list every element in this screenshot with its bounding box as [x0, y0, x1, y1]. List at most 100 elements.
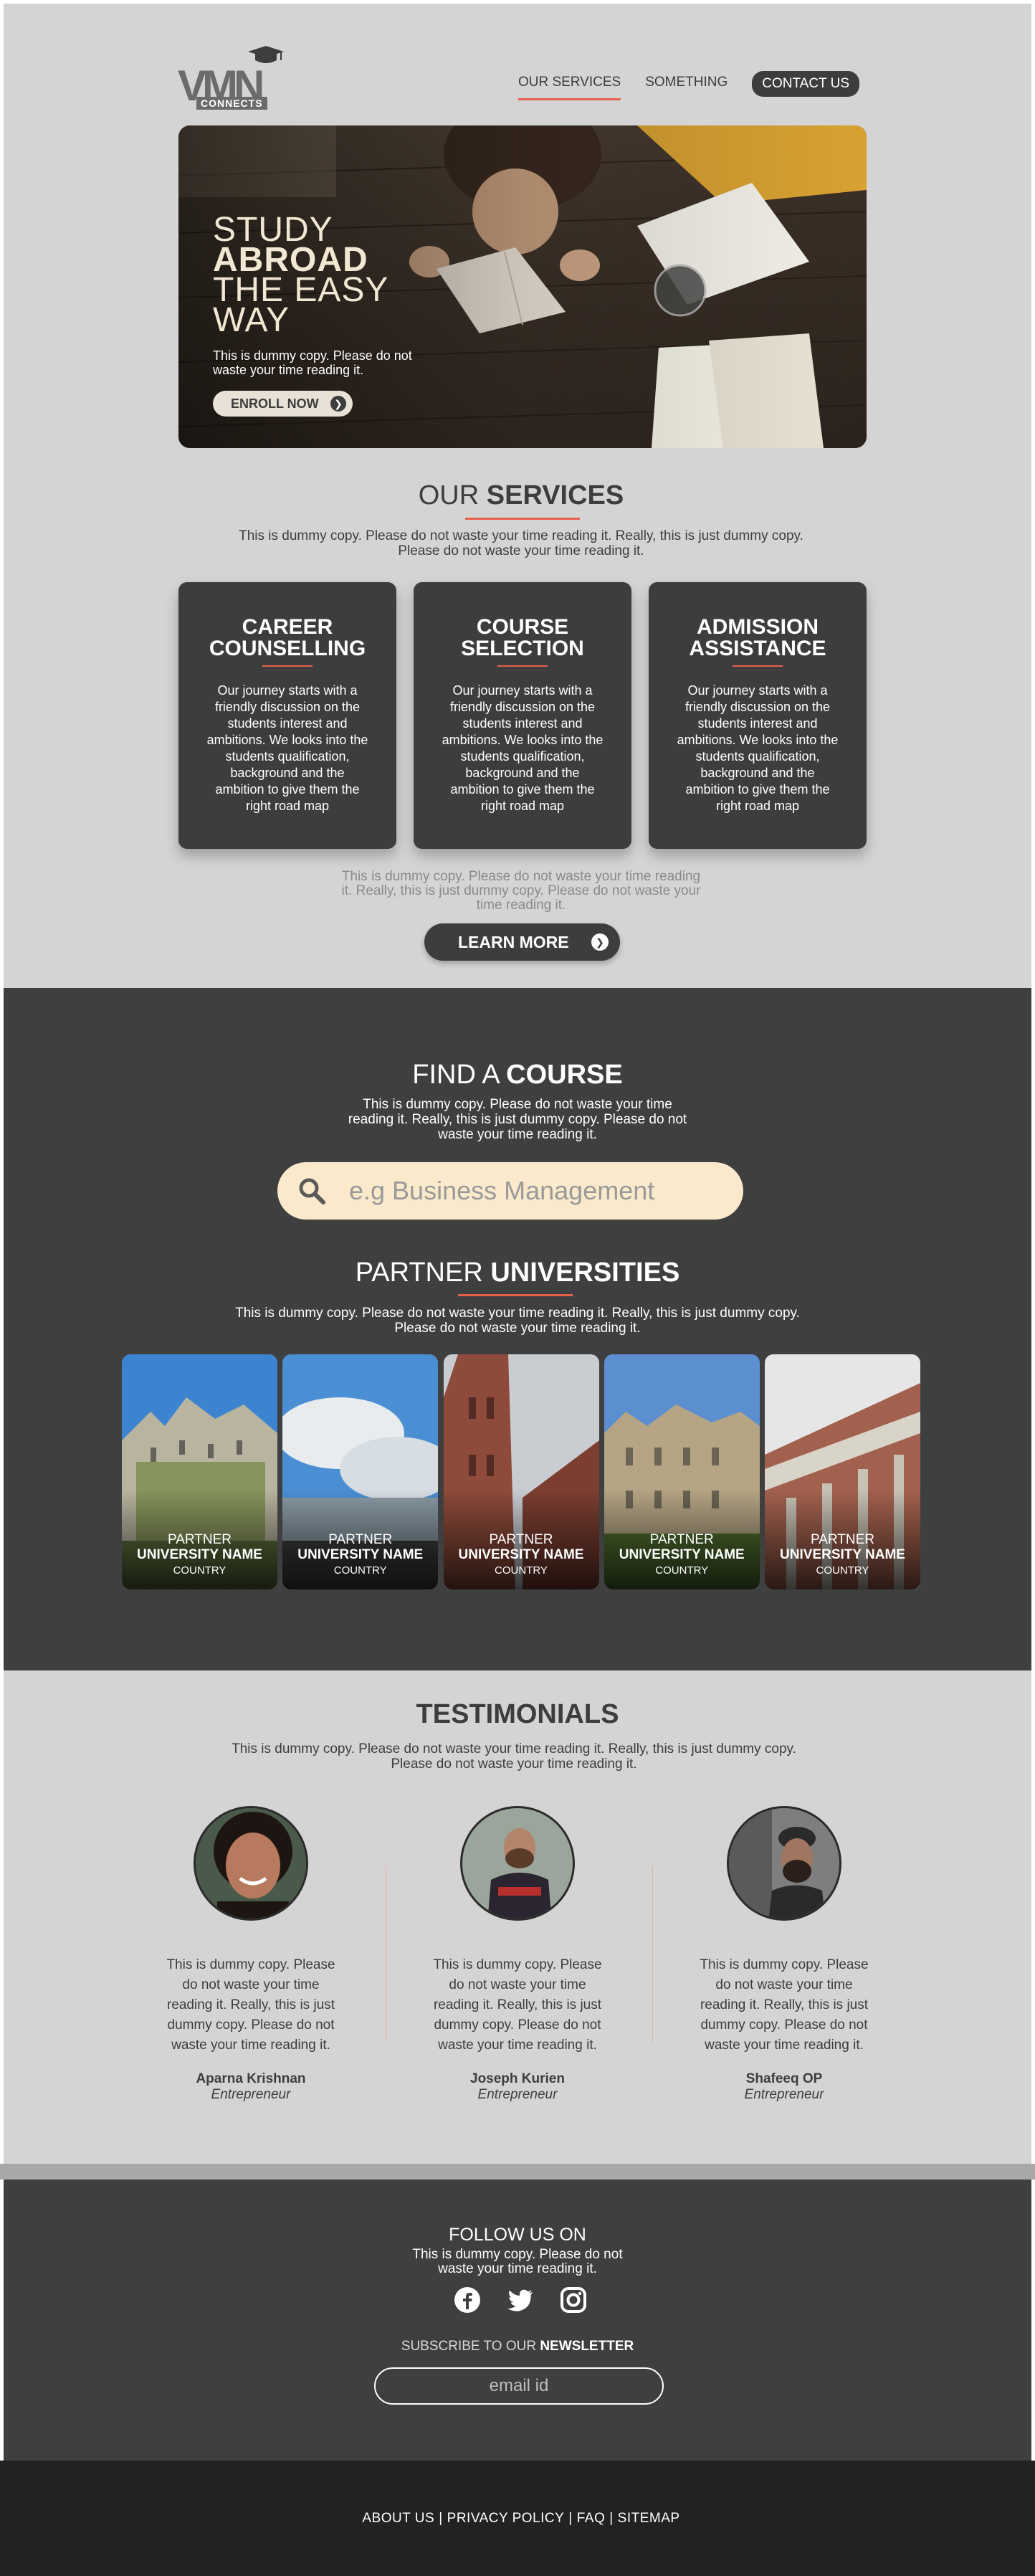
find-course-description: This is dummy copy. Please do not waste … — [348, 1097, 687, 1142]
card-title: ADMISSION ASSISTANCE — [649, 617, 867, 660]
avatar — [727, 1806, 841, 1921]
card-title-line-1: CAREER — [242, 615, 333, 639]
footer-links: ABOUT US | PRIVACY POLICY | FAQ | SITEMAP — [4, 2511, 1035, 2527]
university-card[interactable]: PARTNER UNIVERSITY NAME COUNTRY — [443, 1354, 599, 1589]
testimonial-role: Entrepreneur — [211, 2087, 291, 2102]
footer-link-privacy-policy[interactable]: PRIVACY POLICY — [447, 2511, 565, 2526]
avatar-image — [196, 1808, 306, 1919]
footer-link-faq[interactable]: FAQ — [577, 2511, 606, 2526]
testimonials-description: This is dummy copy. Please do not waste … — [232, 1741, 796, 1772]
testimonial-role: Entrepreneur — [477, 2087, 558, 2102]
card-text: Our journey starts with a friendly discu… — [442, 683, 604, 813]
university-card-text: PARTNER UNIVERSITY NAME COUNTRY — [765, 1532, 920, 1579]
chevron-right-icon: ❯ — [330, 396, 346, 412]
twitter-icon[interactable] — [507, 2286, 534, 2314]
service-card-admission-assistance[interactable]: ADMISSION ASSISTANCE Our journey starts w… — [649, 582, 867, 849]
card-title-line-2: COUNSELLING — [209, 637, 366, 660]
testimonial-card: This is dummy copy. Please do not waste … — [698, 1806, 870, 2103]
testimonial-divider — [652, 1866, 653, 2042]
partners-title-light: PARTNER — [355, 1258, 491, 1288]
footer-link-separator: | — [439, 2511, 443, 2526]
hero-title-line-4: WAY — [213, 301, 290, 339]
nav-something[interactable]: SOMETHING — [645, 75, 728, 93]
newsletter-label-light: SUBSCRIBE TO OUR — [401, 2339, 540, 2354]
university-country: COUNTRY — [173, 1564, 226, 1577]
header-section: VMN CONNECTS OUR SERVICES SOMETHING CONT… — [0, 0, 1035, 988]
testimonial-text: This is dummy copy. Please do not waste … — [166, 1957, 335, 2053]
testimonials-section: TESTIMONIALS This is dummy copy. Please … — [0, 1670, 1035, 2164]
testimonial-card: This is dummy copy. Please do not waste … — [165, 1806, 337, 2103]
university-label: PARTNER — [167, 1532, 232, 1547]
card-title-line-1: ADMISSION — [696, 615, 819, 639]
facebook-icon[interactable] — [454, 2286, 481, 2314]
vmn-logo[interactable]: VMN CONNECTS — [178, 43, 292, 115]
card-divider — [497, 665, 548, 667]
services-description: This is dummy copy. Please do not waste … — [239, 528, 803, 559]
card-title-line-1: COURSE — [476, 615, 569, 639]
hero-text: STUDY ABROAD THE EASY WAY This is dummy … — [213, 213, 421, 378]
testimonial-name: Shafeeq OP — [745, 2071, 823, 2086]
services-title: OUR SERVICES — [4, 480, 1035, 511]
follow-section: FOLLOW US ON This is dummy copy. Please … — [0, 2180, 1035, 2461]
card-text: Our journey starts with a friendly discu… — [677, 683, 839, 813]
footer-link-separator: | — [609, 2511, 614, 2526]
learn-more-button[interactable]: LEARN MORE ❯ — [424, 923, 620, 961]
nav-our-services[interactable]: OUR SERVICES — [518, 75, 621, 100]
card-title-line-2: ASSISTANCE — [689, 637, 826, 660]
university-country: COUNTRY — [816, 1564, 869, 1577]
testimonial-name: Aparna Krishnan — [196, 2071, 306, 2086]
testimonial-text: This is dummy copy. Please do not waste … — [433, 1957, 602, 2053]
follow-description: This is dummy copy. Please do not waste … — [412, 2247, 623, 2276]
services-cards: CAREER COUNSELLING Our journey starts wit… — [178, 582, 867, 849]
learn-more-label: LEARN MORE — [458, 932, 569, 951]
services-note: This is dummy copy. Please do not waste … — [341, 869, 701, 913]
university-name: UNIVERSITY NAME — [458, 1547, 584, 1562]
card-title: COURSE SELECTION — [414, 617, 631, 660]
enroll-now-label: ENROLL NOW — [231, 396, 319, 411]
university-card-text: PARTNER UNIVERSITY NAME COUNTRY — [282, 1532, 438, 1579]
newsletter-email-input[interactable] — [374, 2367, 664, 2405]
university-card[interactable]: PARTNER UNIVERSITY NAME COUNTRY — [282, 1354, 439, 1589]
service-card-career-counselling[interactable]: CAREER COUNSELLING Our journey starts wit… — [178, 582, 396, 849]
testimonial-role: Entrepreneur — [744, 2087, 824, 2102]
service-card-course-selection[interactable]: COURSE SELECTION Our journey starts with … — [414, 582, 631, 849]
university-card[interactable]: PARTNER UNIVERSITY NAME COUNTRY — [765, 1354, 920, 1589]
card-text: Our journey starts with a friendly discu… — [206, 683, 368, 813]
avatar-image — [462, 1808, 573, 1919]
testimonial-text: This is dummy copy. Please do not waste … — [700, 1957, 869, 2053]
partner-universities-list: PARTNER UNIVERSITY NAME COUNTRY PARTNER … — [122, 1354, 920, 1589]
contact-us-button[interactable]: CONTACT US — [752, 71, 859, 97]
enroll-now-button[interactable]: ENROLL NOW ❯ — [213, 391, 353, 417]
instagram-icon[interactable] — [560, 2286, 587, 2314]
university-country: COUNTRY — [655, 1564, 709, 1577]
card-title-line-2: SELECTION — [461, 637, 584, 660]
main-nav: OUR SERVICES SOMETHING CONTACT US — [518, 71, 859, 100]
social-links — [454, 2286, 587, 2314]
search-icon[interactable] — [297, 1177, 326, 1205]
services-title-underline — [465, 518, 580, 520]
university-label: PARTNER — [489, 1532, 553, 1547]
testimonial-name: Joseph Kurien — [470, 2071, 565, 2086]
footer-link-about-us[interactable]: ABOUT US — [362, 2511, 434, 2526]
find-course-title-light: FIND A — [412, 1060, 507, 1090]
course-search-input[interactable] — [349, 1172, 722, 1209]
chevron-right-icon: ❯ — [591, 933, 609, 951]
footer-link-sitemap[interactable]: SITEMAP — [618, 2511, 680, 2526]
university-name: UNIVERSITY NAME — [619, 1547, 745, 1562]
university-country: COUNTRY — [495, 1564, 548, 1577]
card-divider — [733, 665, 783, 667]
footer-link-separator: | — [568, 2511, 573, 2526]
partners-description: This is dummy copy. Please do not waste … — [235, 1306, 800, 1336]
testimonials-title: TESTIMONIALS — [416, 1699, 619, 1729]
find-course-title-bold: COURSE — [506, 1060, 623, 1090]
newsletter-label-bold: NEWSLETTER — [540, 2339, 634, 2354]
partners-title: PARTNER UNIVERSITIES — [0, 1258, 1035, 1288]
university-card[interactable]: PARTNER UNIVERSITY NAME COUNTRY — [604, 1354, 760, 1589]
logo-subtext: CONNECTS — [196, 97, 267, 110]
university-label: PARTNER — [649, 1532, 714, 1547]
services-title-bold: SERVICES — [486, 480, 624, 510]
hero-title: STUDY ABROAD THE EASY WAY — [213, 213, 421, 339]
university-card[interactable]: PARTNER UNIVERSITY NAME COUNTRY — [122, 1354, 277, 1589]
section-divider-bar — [0, 2164, 1035, 2180]
card-title: CAREER COUNSELLING — [178, 617, 396, 660]
